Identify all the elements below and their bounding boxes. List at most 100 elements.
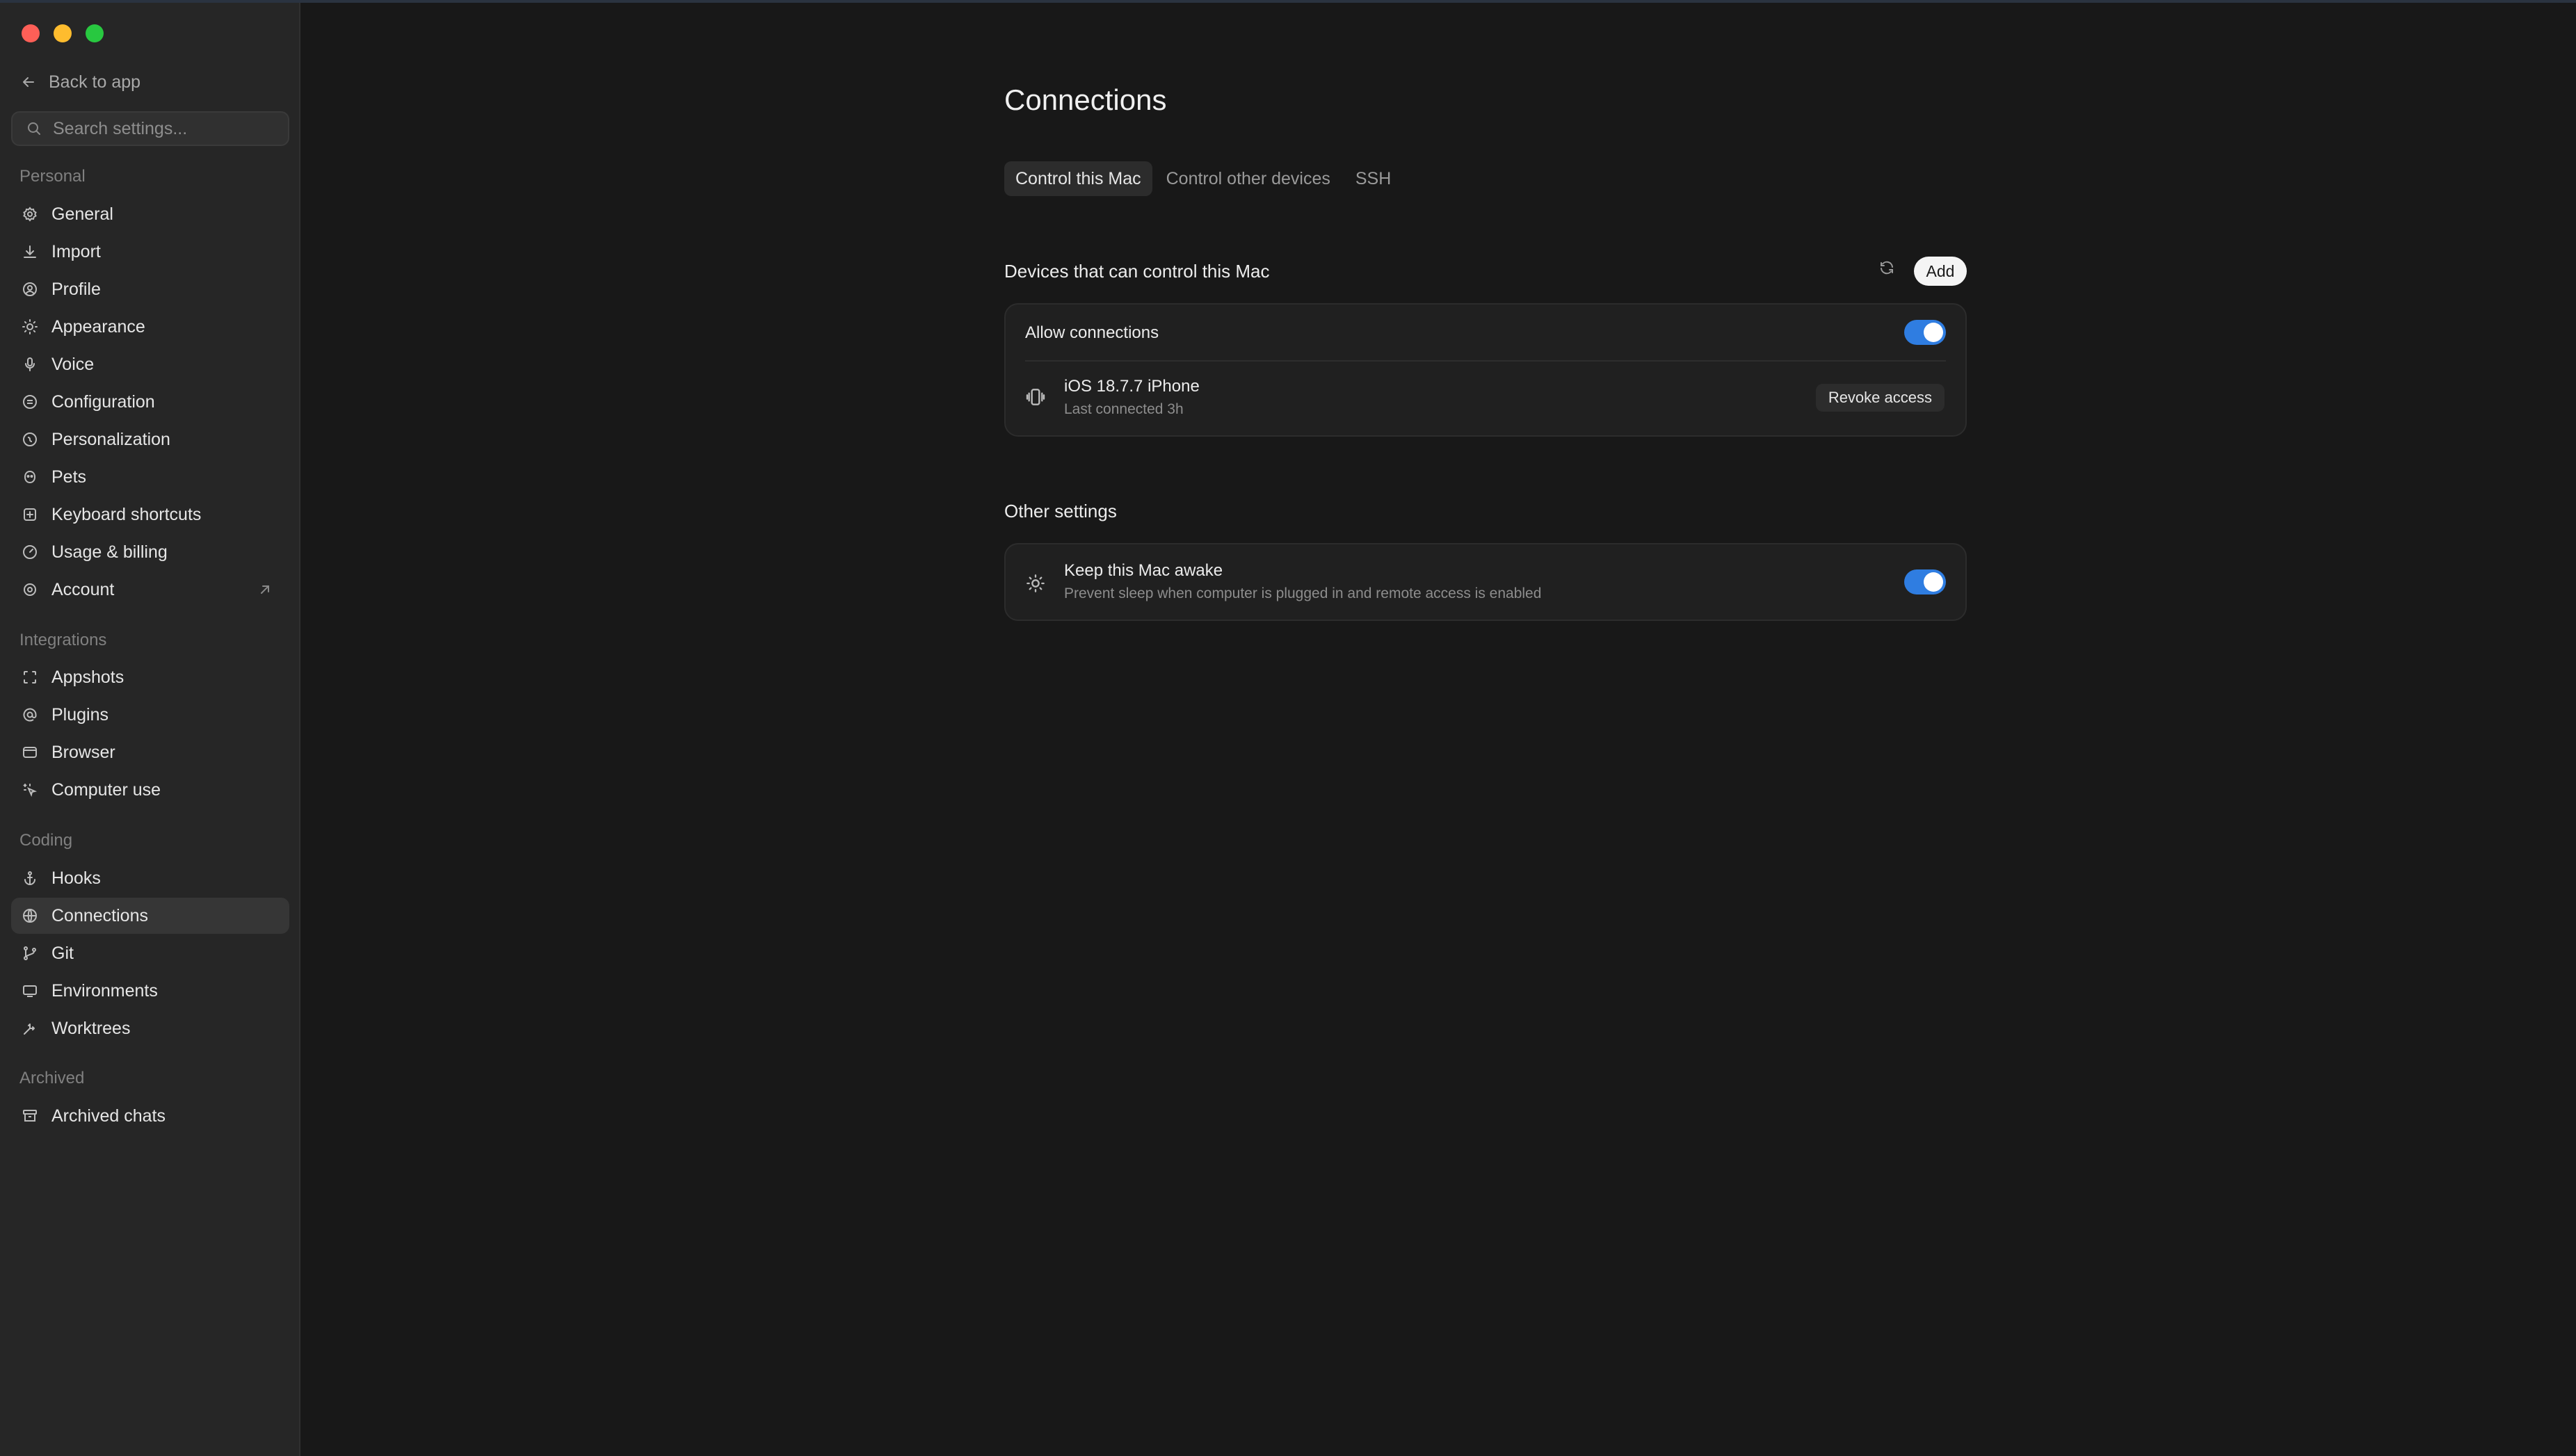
- sidebar-item-label: Personalization: [51, 429, 170, 449]
- sidebar-item-account[interactable]: Account: [11, 572, 289, 608]
- sidebar-item-label: Computer use: [51, 779, 161, 800]
- microphone-icon: [21, 355, 39, 373]
- section-label-archived: Archived: [19, 1069, 85, 1087]
- gauge-icon: [21, 543, 39, 561]
- keyboard-plus-icon: [21, 505, 39, 524]
- search-icon: [25, 120, 43, 138]
- allow-connections-label: Allow connections: [1025, 323, 1159, 342]
- scan-frame-icon: [21, 668, 39, 686]
- sidebar-item-plugins[interactable]: Plugins: [11, 697, 289, 733]
- devices-section-heading: Devices that can control this Mac: [1004, 261, 1270, 282]
- other-settings-card: Keep this Mac awake Prevent sleep when c…: [1004, 543, 1967, 621]
- sidebar-item-browser[interactable]: Browser: [11, 734, 289, 770]
- tab-control-this-mac[interactable]: Control this Mac: [1004, 161, 1152, 196]
- sidebar-item-appshots[interactable]: Appshots: [11, 659, 289, 695]
- sidebar-item-label: Worktrees: [51, 1018, 131, 1038]
- sidebar-item-label: Hooks: [51, 868, 101, 888]
- archive-icon: [21, 1107, 39, 1125]
- back-to-app-label: Back to app: [49, 72, 141, 92]
- page-title: Connections: [1004, 83, 1167, 116]
- sun-icon: [21, 318, 39, 336]
- sidebar-item-label: Configuration: [51, 391, 155, 412]
- anchor-icon: [21, 869, 39, 887]
- gear-icon: [21, 205, 39, 223]
- sidebar-item-label: Import: [51, 241, 101, 261]
- sidebar-item-label: Keyboard shortcuts: [51, 504, 202, 524]
- revoke-access-button[interactable]: Revoke access: [1815, 384, 1945, 412]
- device-name: iOS 18.7.7 iPhone: [1064, 377, 1200, 396]
- sidebar-item-label: Git: [51, 943, 74, 963]
- sidebar-item-label: Usage & billing: [51, 542, 168, 562]
- sun-icon: [1025, 573, 1046, 594]
- browser-window-icon: [21, 743, 39, 761]
- section-label-coding: Coding: [19, 831, 73, 850]
- sidebar-item-label: General: [51, 204, 113, 224]
- sidebar-item-label: Appshots: [51, 667, 124, 687]
- sidebar-item-usage-billing[interactable]: Usage & billing: [11, 534, 289, 570]
- other-settings-heading: Other settings: [1004, 501, 1117, 521]
- allow-connections-toggle[interactable]: [1904, 320, 1946, 345]
- settings-search[interactable]: [11, 111, 289, 146]
- sidebar-item-pets[interactable]: Pets: [11, 459, 289, 495]
- worktree-icon: [21, 1019, 39, 1037]
- user-circle-icon: [21, 280, 39, 298]
- sidebar-item-voice[interactable]: Voice: [11, 346, 289, 382]
- monitor-icon: [21, 982, 39, 1000]
- window-top-edge: [0, 0, 2576, 3]
- sidebar-item-label: Connections: [51, 905, 148, 925]
- sidebar-item-label: Plugins: [51, 704, 108, 725]
- sidebar-item-label: Environments: [51, 980, 158, 1001]
- sidebar-item-label: Appearance: [51, 316, 145, 337]
- download-icon: [21, 243, 39, 261]
- phone-vibrate-icon: [1024, 385, 1047, 409]
- sidebar-item-git[interactable]: Git: [11, 935, 289, 971]
- sidebar-item-label: Account: [51, 579, 115, 599]
- settings-sidebar: Back to app Personal General Import Prof…: [0, 3, 300, 1456]
- keep-awake-description: Prevent sleep when computer is plugged i…: [1064, 585, 1542, 601]
- sidebar-item-label: Pets: [51, 467, 87, 487]
- sidebar-item-worktrees[interactable]: Worktrees: [11, 1010, 289, 1046]
- sidebar-item-hooks[interactable]: Hooks: [11, 860, 289, 896]
- pet-icon: [21, 468, 39, 486]
- git-branch-icon: [21, 944, 39, 962]
- sidebar-item-configuration[interactable]: Configuration: [11, 384, 289, 420]
- globe-icon: [21, 907, 39, 925]
- sidebar-item-label: Profile: [51, 279, 101, 299]
- close-window-button[interactable]: [22, 24, 40, 42]
- tab-control-other-devices[interactable]: Control other devices: [1155, 161, 1342, 196]
- devices-card: Allow connections iOS 18.7.7 iPhone Last…: [1004, 303, 1967, 437]
- card-divider: [1025, 360, 1946, 362]
- sidebar-item-environments[interactable]: Environments: [11, 973, 289, 1009]
- search-input[interactable]: [53, 118, 275, 139]
- arrow-left-icon: [19, 73, 38, 91]
- sidebar-item-profile[interactable]: Profile: [11, 271, 289, 307]
- at-sign-icon: [21, 706, 39, 724]
- pointer-sparkle-icon: [21, 781, 39, 799]
- sidebar-item-label: Browser: [51, 742, 115, 762]
- sidebar-item-keyboard-shortcuts[interactable]: Keyboard shortcuts: [11, 496, 289, 533]
- sidebar-item-label: Archived chats: [51, 1106, 166, 1126]
- sidebar-item-general[interactable]: General: [11, 196, 289, 232]
- section-label-integrations: Integrations: [19, 631, 107, 649]
- account-gear-icon: [21, 581, 39, 599]
- sidebar-item-connections[interactable]: Connections: [11, 898, 289, 934]
- tab-ssh[interactable]: SSH: [1344, 161, 1402, 196]
- connection-tabs: Control this Mac Control other devices S…: [1004, 161, 1402, 196]
- window-controls: [22, 24, 104, 42]
- minimize-window-button[interactable]: [54, 24, 72, 42]
- keep-awake-label: Keep this Mac awake: [1064, 561, 1223, 580]
- sidebar-item-import[interactable]: Import: [11, 234, 289, 270]
- sidebar-item-label: Voice: [51, 354, 95, 374]
- sparkle-circle-icon: [21, 430, 39, 448]
- sidebar-item-personalization[interactable]: Personalization: [11, 421, 289, 458]
- maximize-window-button[interactable]: [86, 24, 104, 42]
- refresh-icon[interactable]: [1878, 259, 1896, 277]
- keep-awake-toggle[interactable]: [1904, 569, 1946, 594]
- external-link-arrow-icon: [256, 581, 274, 599]
- back-to-app-link[interactable]: Back to app: [19, 68, 140, 96]
- add-device-button[interactable]: Add: [1914, 257, 1967, 286]
- sidebar-item-archived-chats[interactable]: Archived chats: [11, 1098, 289, 1134]
- sidebar-item-appearance[interactable]: Appearance: [11, 309, 289, 345]
- sliders-circle-icon: [21, 393, 39, 411]
- sidebar-item-computer-use[interactable]: Computer use: [11, 772, 289, 808]
